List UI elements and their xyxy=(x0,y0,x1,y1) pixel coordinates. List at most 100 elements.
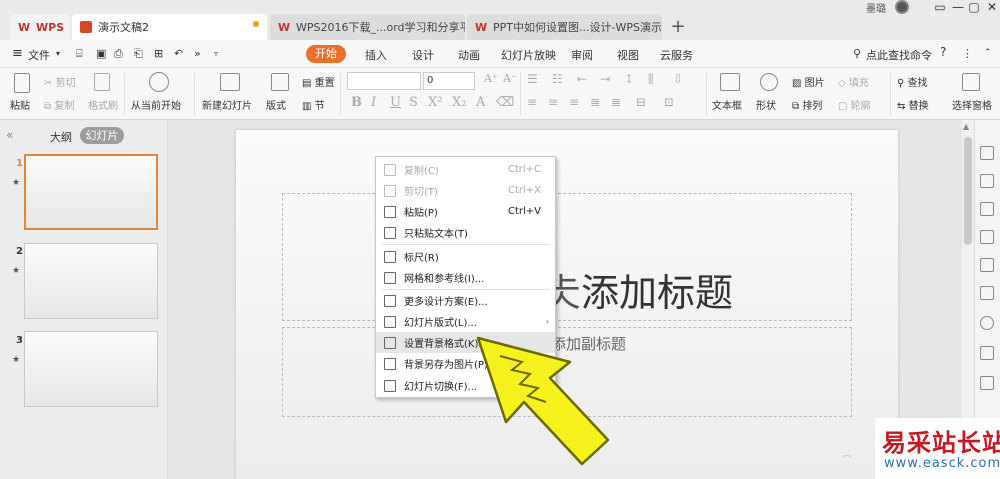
paste-icon[interactable] xyxy=(14,73,30,93)
search-icon[interactable]: ⚲ xyxy=(853,47,861,60)
arrange-button[interactable]: ⧉ 排列 xyxy=(792,97,822,112)
tab-slides[interactable]: 幻灯片 xyxy=(80,127,124,144)
format-painter-button[interactable]: 格式刷 xyxy=(88,97,118,112)
avatar[interactable] xyxy=(895,0,909,14)
distribute-icon[interactable]: ≣ xyxy=(611,95,621,109)
print-icon[interactable]: ⎗ xyxy=(134,47,143,61)
more-options-icon[interactable]: ⋮ xyxy=(962,47,973,60)
notes-toggle-icon[interactable]: ⌒ xyxy=(842,452,852,467)
format-painter-icon[interactable] xyxy=(94,73,110,91)
tab-review[interactable]: 审阅 xyxy=(571,47,593,63)
command-search-input[interactable]: 点此查找命令 xyxy=(866,47,932,63)
outline-button[interactable]: ▢ 轮廓 xyxy=(838,97,871,112)
print-preview-icon[interactable]: ⎙ xyxy=(114,47,123,61)
numbering-icon[interactable]: ☷ xyxy=(552,72,563,86)
textbox-icon[interactable] xyxy=(720,73,740,91)
shape-button[interactable]: 形状 xyxy=(756,97,776,112)
context-item-paste[interactable]: 粘贴(P) Ctrl+V xyxy=(376,201,555,222)
customize-icon[interactable]: ▿ xyxy=(214,49,218,58)
select-pane-icon[interactable] xyxy=(962,73,980,91)
context-item-more-designs[interactable]: 更多设计方案(E)... xyxy=(376,290,555,311)
layout-button[interactable]: 版式 xyxy=(266,97,286,112)
hamburger-icon[interactable]: ≡ xyxy=(12,46,23,61)
outdent-icon[interactable]: ⇥ xyxy=(600,72,610,86)
cut-button[interactable]: ✂ 剪切 xyxy=(44,74,76,89)
superscript-icon[interactable]: X² xyxy=(428,95,442,110)
slide-thumbnail-3[interactable] xyxy=(24,331,158,407)
align-left-icon[interactable]: ≡ xyxy=(527,95,537,109)
indent-icon[interactable]: ⇤ xyxy=(577,72,587,86)
collapse-ribbon-icon[interactable]: ⌃ xyxy=(984,48,992,58)
shape-icon[interactable] xyxy=(760,73,778,91)
play-icon[interactable] xyxy=(149,72,169,92)
justify-icon[interactable]: ≣ xyxy=(590,95,600,109)
context-item-cut[interactable]: 剪切(T) Ctrl+X xyxy=(376,180,555,201)
paste-button[interactable]: 粘贴 xyxy=(10,97,30,112)
bold-icon[interactable]: B xyxy=(351,95,362,110)
undo-icon[interactable]: ↶ xyxy=(174,47,183,60)
textbox-button[interactable]: 文本框 xyxy=(712,97,742,112)
new-slide-button[interactable]: 新建幻灯片 xyxy=(202,97,252,112)
tab-cloud[interactable]: 云服务 xyxy=(660,47,693,63)
bullets-icon[interactable]: ☰ xyxy=(527,72,538,86)
text-direction-icon[interactable]: ⇩ xyxy=(673,72,683,86)
context-item-copy[interactable]: 复制(C) Ctrl+C xyxy=(376,159,555,180)
layout-icon[interactable] xyxy=(271,73,289,91)
increase-font-icon[interactable]: A⁺ xyxy=(484,72,498,85)
maximize-button[interactable]: ▢ xyxy=(966,0,982,14)
chevron-down-icon[interactable]: ▾ xyxy=(56,49,60,58)
underline-icon[interactable]: U xyxy=(390,95,401,110)
tab-start[interactable]: 开始 xyxy=(306,45,346,63)
open-icon[interactable]: ⌸ xyxy=(76,47,83,61)
clear-format-icon[interactable]: ⌫ xyxy=(496,95,514,110)
add-tab-button[interactable]: + xyxy=(668,16,688,37)
collapse-panel-button[interactable]: « xyxy=(6,128,13,142)
copy-button[interactable]: ⧉ 复制 xyxy=(44,97,74,112)
skin-button[interactable]: ▭ xyxy=(932,0,948,14)
scrollbar-thumb[interactable] xyxy=(964,137,972,245)
tab-animation[interactable]: 动画 xyxy=(458,47,480,63)
minimize-button[interactable]: — xyxy=(950,0,966,14)
tab-design[interactable]: 设计 xyxy=(412,47,434,63)
tab-view[interactable]: 视图 xyxy=(617,47,639,63)
subscript-icon[interactable]: X₂ xyxy=(452,95,466,110)
file-menu[interactable]: 文件 xyxy=(28,47,50,63)
slide-thumbnail-2[interactable] xyxy=(24,243,158,319)
archive-icon[interactable] xyxy=(980,286,994,300)
tab-slideshow[interactable]: 幻灯片放映 xyxy=(501,47,556,63)
close-button[interactable]: ✕ xyxy=(984,0,1000,14)
shapes-icon[interactable] xyxy=(980,174,994,188)
export-icon[interactable]: ⊞ xyxy=(154,47,163,60)
scroll-up-icon[interactable]: ▲ xyxy=(963,122,969,131)
pin-icon[interactable] xyxy=(980,146,994,160)
line-spacing-icon[interactable]: ↕ xyxy=(624,72,634,86)
smartart-icon[interactable]: ⊡ xyxy=(664,95,674,109)
context-item-grid-guides[interactable]: 网格和参考线(I)... xyxy=(376,267,555,288)
align-right-icon[interactable]: ≡ xyxy=(569,95,579,109)
context-item-slide-layout[interactable]: 幻灯片版式(L)... › xyxy=(376,311,555,332)
reset-button[interactable]: ▤ 重置 xyxy=(302,74,335,89)
tab-wps-home[interactable]: W WPS xyxy=(10,14,70,40)
properties-icon[interactable] xyxy=(980,230,994,244)
columns-icon[interactable]: ⫼ xyxy=(648,72,654,87)
strikethrough-icon[interactable]: S xyxy=(409,95,418,110)
find-button[interactable]: ⚲ 查找 xyxy=(897,74,928,89)
help-button[interactable]: ? xyxy=(940,45,946,59)
help-circle-icon[interactable] xyxy=(980,316,994,330)
dialog-icon[interactable] xyxy=(980,202,994,216)
decrease-font-icon[interactable]: A⁻ xyxy=(503,72,517,85)
play-from-current-button[interactable]: 从当前开始 xyxy=(131,97,181,112)
italic-icon[interactable]: I xyxy=(371,95,376,110)
user-name[interactable]: 墨璐 xyxy=(866,0,886,15)
select-pane-button[interactable]: 选择窗格 xyxy=(952,97,992,112)
slide-thumbnail-1[interactable] xyxy=(24,154,158,230)
font-color-icon[interactable]: A xyxy=(476,95,485,110)
more-button[interactable]: » xyxy=(194,47,201,60)
tab-outline[interactable]: 大纲 xyxy=(50,129,72,145)
settings-icon[interactable] xyxy=(980,376,994,390)
fill-button[interactable]: ◇ 填充 xyxy=(838,74,869,89)
align-text-icon[interactable]: ⊟ xyxy=(636,95,646,109)
adjust-icon[interactable] xyxy=(980,258,994,272)
tab-browser-wps2016[interactable]: W WPS2016下载_...ord学习和分享平台 xyxy=(270,14,465,40)
share-icon[interactable] xyxy=(980,346,994,360)
